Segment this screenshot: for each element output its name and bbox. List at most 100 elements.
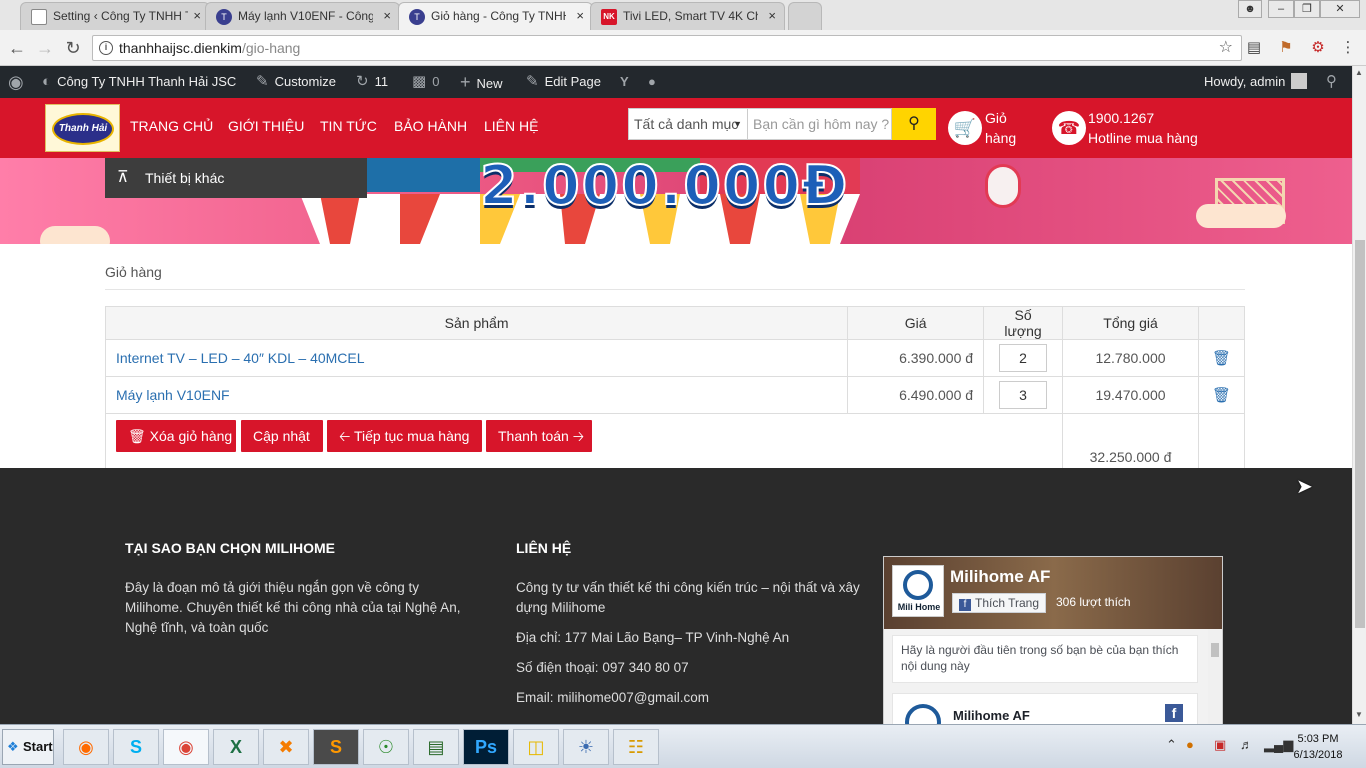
checkout-button[interactable]: Thanh toán 🡢 <box>486 420 592 452</box>
firefox-icon[interactable]: ◉ <box>63 729 109 765</box>
yoast-icon[interactable]: Y <box>620 66 629 98</box>
trash-icon[interactable]: 🗑 <box>1212 387 1231 404</box>
search-button[interactable]: ⚲ <box>892 108 936 140</box>
extension-red-icon[interactable]: ⚙ <box>1308 38 1328 58</box>
dashboard-icon: ◐ <box>42 73 52 90</box>
product-link[interactable]: Máy lạnh V10ENF <box>116 387 230 403</box>
tray-expand-icon[interactable]: ⌃ <box>1166 737 1177 753</box>
scrollbar-thumb[interactable] <box>1355 240 1365 628</box>
excel-icon[interactable]: X <box>213 729 259 765</box>
user-profile-icon[interactable]: ☻ <box>1238 0 1262 18</box>
app-icon[interactable]: ☀ <box>563 729 609 765</box>
bookmark-star-icon[interactable]: ☆ <box>1219 36 1233 60</box>
fb-page-name[interactable]: Milihome AF <box>950 567 1050 587</box>
browser-tab-gio-hang[interactable]: T Giỏ hàng - Công Ty TNHH T × <box>398 2 593 30</box>
wordpress-logo-icon[interactable]: ◉ <box>8 66 24 98</box>
photoshop-icon[interactable]: Ps <box>463 729 509 765</box>
restore-button[interactable]: ❐ <box>1294 0 1320 18</box>
new-tab-button[interactable] <box>788 2 822 30</box>
volume-icon[interactable]: ♬ <box>1240 737 1253 752</box>
minimize-button[interactable]: – <box>1268 0 1294 18</box>
calendar-app-icon[interactable]: ☷ <box>613 729 659 765</box>
download-manager-icon[interactable]: ☉ <box>363 729 409 765</box>
close-tab-icon[interactable]: × <box>576 3 584 29</box>
nav-gioi-thieu[interactable]: GIỚI THIỆU <box>228 118 304 134</box>
nav-bao-hanh[interactable]: BẢO HÀNH <box>394 118 467 134</box>
tray-app-icon[interactable]: ● <box>1186 737 1194 752</box>
price-cell: 6.490.000 đ <box>847 376 985 414</box>
facebook-icon[interactable]: f <box>1165 704 1183 722</box>
fb-like-label: Thích Trang <box>975 596 1040 610</box>
search-icon[interactable]: ⚲ <box>1326 66 1337 98</box>
wp-updates[interactable]: ↻ 11 <box>356 66 388 98</box>
chart-app-icon[interactable]: ▤ <box>413 729 459 765</box>
fb-scrollbar[interactable] <box>1208 629 1222 724</box>
system-clock[interactable]: 5:03 PM 6/13/2018 <box>1280 731 1356 763</box>
browser-tab-settings[interactable]: Setting ‹ Công Ty TNHH Th × <box>20 2 210 30</box>
fb-like-button[interactable]: f Thích Trang <box>952 593 1047 613</box>
quantity-input[interactable]: 2 <box>999 344 1048 372</box>
cart-link[interactable]: Giỏ hàng <box>985 108 1016 148</box>
skype-icon[interactable]: S <box>113 729 159 765</box>
trash-icon: 🗑 <box>128 428 150 444</box>
cloud-decoration <box>40 226 110 244</box>
info-icon[interactable]: i <box>99 41 113 55</box>
cast-icon[interactable]: ▤ <box>1244 38 1264 58</box>
address-bar[interactable]: i thanhhaijsc.dienkim/gio-hang ☆ <box>92 35 1242 61</box>
file-explorer-icon[interactable]: ◫ <box>513 729 559 765</box>
arrow-left-icon: 🡠 <box>339 428 354 444</box>
tab-title: Tivi LED, Smart TV 4K Chín <box>623 9 758 23</box>
xampp-icon[interactable]: ✖ <box>263 729 309 765</box>
trash-icon[interactable]: 🗑 <box>1212 350 1231 367</box>
sidebar-category-thiet-bi-khac[interactable]: ⊼ Thiết bị khác <box>105 158 367 198</box>
close-window-button[interactable]: ✕ <box>1320 0 1360 18</box>
sublime-text-icon[interactable]: S <box>313 729 359 765</box>
empty-cell <box>1197 413 1246 472</box>
browser-tab-tivi-led[interactable]: NK Tivi LED, Smart TV 4K Chín × <box>590 2 785 30</box>
wp-howdy-label: Howdy, admin <box>1204 74 1286 89</box>
column-header-remove <box>1197 306 1246 340</box>
browser-tab-may-lanh[interactable]: T Máy lạnh V10ENF - Công Ty × <box>205 2 400 30</box>
wp-account[interactable]: Howdy, admin <box>1204 66 1308 98</box>
cart-icon[interactable]: 🛒 <box>948 111 982 145</box>
wp-customize[interactable]: ✎ Customize <box>256 66 336 98</box>
forward-arrow-icon[interactable]: → <box>34 37 56 59</box>
continue-shopping-button[interactable]: 🡠 Tiếp tục mua hàng <box>327 420 482 452</box>
category-select[interactable]: Tất cả danh mục ▼ <box>628 108 748 140</box>
scroll-up-icon[interactable]: ▲ <box>1355 68 1363 77</box>
tray-security-icon[interactable]: ▣ <box>1214 737 1226 753</box>
promo-banner[interactable]: 2.000.000Đ ⊼ Thiết bị khác <box>0 158 1352 244</box>
grand-total: 32.250.000 đ <box>1062 413 1199 472</box>
tab-title: Giỏ hàng - Công Ty TNHH T <box>431 9 566 23</box>
nav-tin-tuc[interactable]: TIN TỨC <box>320 118 377 134</box>
footer-email[interactable]: Email: milihome007@gmail.com <box>516 688 709 708</box>
url-host: thanhhaijsc.dienkim <box>119 40 242 56</box>
browser-tab-strip: Setting ‹ Công Ty TNHH Th × T Máy lạnh V… <box>0 0 1366 30</box>
extension-icon[interactable]: ⚑ <box>1276 38 1296 58</box>
product-link[interactable]: Internet TV – LED – 40″ KDL – 40MCEL <box>116 350 365 366</box>
fb-post-name[interactable]: Milihome AF <box>953 708 1030 723</box>
wp-comments[interactable]: ▩ 0 <box>412 66 439 98</box>
fb-page-logo[interactable]: Mili Home <box>892 565 944 617</box>
menu-icon[interactable]: ⋮ <box>1338 38 1358 58</box>
nav-trang-chu[interactable]: TRANG CHỦ <box>130 118 213 134</box>
price-cell: 6.390.000 đ <box>847 339 985 377</box>
search-input[interactable]: Bạn cần gì hôm nay ? <box>748 108 892 140</box>
quantity-input[interactable]: 3 <box>999 381 1048 409</box>
wp-new[interactable]: + New <box>460 66 503 98</box>
scroll-down-icon[interactable]: ▼ <box>1355 710 1363 719</box>
back-arrow-icon[interactable]: ← <box>6 37 28 59</box>
close-tab-icon[interactable]: × <box>768 3 776 29</box>
reload-icon[interactable]: ↻ <box>62 37 84 59</box>
site-logo[interactable]: Thanh Hải <box>45 104 120 152</box>
close-tab-icon[interactable]: × <box>383 3 391 29</box>
nav-lien-he[interactable]: LIÊN HỆ <box>484 118 538 134</box>
wp-site-name[interactable]: ◐ Công Ty TNHH Thanh Hải JSC <box>42 66 236 98</box>
page-scrollbar[interactable]: ▲ ▼ <box>1352 66 1366 724</box>
start-button[interactable]: ❖ Start <box>2 729 54 765</box>
update-cart-button[interactable]: Cập nhật <box>241 420 323 452</box>
chrome-icon[interactable]: ◉ <box>163 729 209 765</box>
clear-cart-button[interactable]: 🗑 Xóa giỏ hàng <box>116 420 236 452</box>
close-tab-icon[interactable]: × <box>193 3 201 29</box>
wp-edit-page[interactable]: ✎ Edit Page <box>526 66 601 98</box>
